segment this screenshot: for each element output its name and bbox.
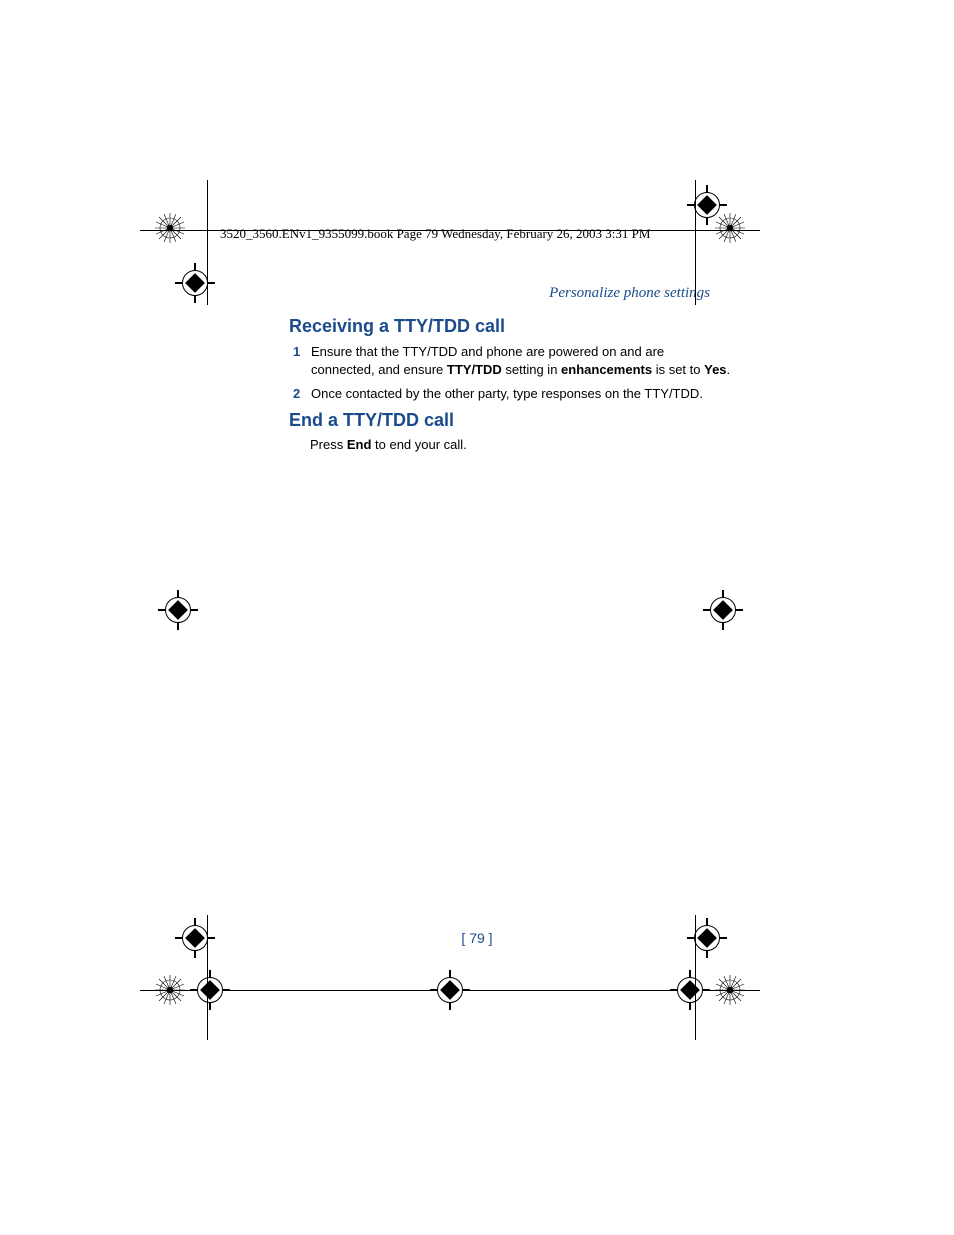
registration-mark-icon <box>670 970 710 1010</box>
registration-mark-icon <box>687 918 727 958</box>
crop-line <box>695 180 696 305</box>
heading-receiving: Receiving a TTY/TDD call <box>289 316 505 337</box>
step-1: 1 Ensure that the TTY/TDD and phone are … <box>311 343 731 378</box>
printer-mark-icon <box>713 973 747 1007</box>
running-header: 3520_3560.ENv1_9355099.book Page 79 Wedn… <box>220 226 650 242</box>
page-number: [ 79 ] <box>0 930 954 946</box>
registration-mark-icon <box>175 263 215 303</box>
step-number: 2 <box>293 385 300 403</box>
registration-mark-icon <box>175 918 215 958</box>
document-page: 3520_3560.ENv1_9355099.book Page 79 Wedn… <box>0 0 954 1235</box>
registration-mark-icon <box>190 970 230 1010</box>
crop-line <box>207 180 208 305</box>
printer-mark-icon <box>153 211 187 245</box>
heading-end: End a TTY/TDD call <box>289 410 454 431</box>
registration-mark-icon <box>430 970 470 1010</box>
step-text: Ensure that the TTY/TDD and phone are po… <box>311 344 730 377</box>
registration-mark-icon <box>703 590 743 630</box>
step-2: 2 Once contacted by the other party, typ… <box>311 385 731 403</box>
section-header: Personalize phone settings <box>549 285 710 302</box>
body-end-call: Press End to end your call. <box>310 437 467 452</box>
crop-line <box>695 915 696 1040</box>
printer-mark-icon <box>713 211 747 245</box>
step-number: 1 <box>293 343 300 361</box>
printer-mark-icon <box>153 973 187 1007</box>
crop-line <box>207 915 208 1040</box>
step-text: Once contacted by the other party, type … <box>311 386 703 401</box>
registration-mark-icon <box>158 590 198 630</box>
